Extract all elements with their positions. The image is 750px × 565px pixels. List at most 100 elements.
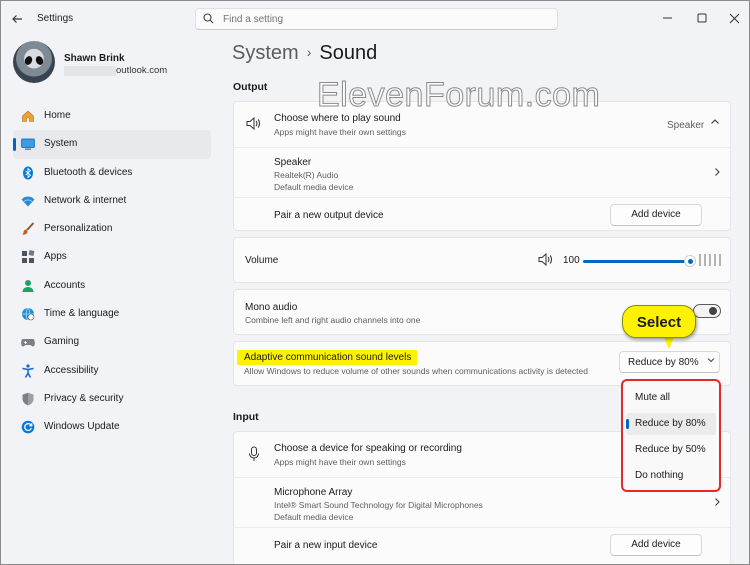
sidebar-item-label: Apps bbox=[44, 251, 67, 263]
chevron-up-icon[interactable] bbox=[710, 117, 720, 127]
sidebar-item-windows-update[interactable]: Windows Update bbox=[13, 413, 211, 441]
search-input[interactable] bbox=[223, 12, 543, 27]
sidebar-item-label: Accounts bbox=[44, 279, 86, 291]
output-device-row[interactable]: Speaker Realtek(R) Audio Default media d… bbox=[234, 148, 730, 197]
sidebar-item-privacy[interactable]: Privacy & security bbox=[13, 385, 211, 413]
microphone-icon bbox=[248, 446, 260, 462]
sidebar-item-accounts[interactable]: Accounts bbox=[13, 272, 211, 300]
callout-label: Select bbox=[636, 314, 682, 331]
title-bar: Settings bbox=[1, 1, 749, 37]
output-current-device: Speaker bbox=[667, 120, 705, 131]
output-device-card: Choose where to play sound Apps might ha… bbox=[233, 101, 731, 231]
input-choose-subtitle: Apps might have their own settings bbox=[274, 457, 406, 467]
volume-value: 100 bbox=[563, 255, 580, 266]
maximize-icon[interactable] bbox=[688, 7, 716, 29]
add-output-device-button[interactable]: Add device bbox=[610, 204, 702, 226]
chevron-right-icon bbox=[712, 167, 722, 177]
bluetooth-icon bbox=[21, 166, 35, 180]
sidebar-item-personalization[interactable]: Personalization bbox=[13, 215, 211, 243]
adaptive-comm-dropdown[interactable]: Reduce by 80% bbox=[619, 351, 720, 373]
menu-item-label: Reduce by 50% bbox=[635, 444, 706, 455]
input-section-title: Input bbox=[233, 411, 259, 423]
mono-audio-title: Mono audio bbox=[245, 302, 298, 313]
output-device-default: Default media device bbox=[274, 182, 354, 192]
home-icon bbox=[21, 109, 35, 123]
globe-clock-icon bbox=[21, 307, 35, 321]
back-arrow-icon[interactable] bbox=[9, 11, 25, 27]
volume-speaker-icon[interactable] bbox=[538, 253, 554, 266]
volume-slider-thumb[interactable] bbox=[684, 255, 696, 267]
brush-icon bbox=[21, 222, 35, 236]
sidebar-item-label: Gaming bbox=[44, 336, 80, 348]
sidebar-item-label: Home bbox=[44, 110, 71, 121]
search-icon bbox=[203, 13, 214, 24]
chevron-down-icon bbox=[706, 355, 716, 365]
close-icon[interactable] bbox=[721, 7, 749, 29]
volume-level-icon bbox=[699, 254, 721, 266]
shield-icon bbox=[21, 392, 35, 406]
sidebar-item-label: Personalization bbox=[44, 223, 113, 235]
sidebar-item-label: Bluetooth & devices bbox=[44, 166, 133, 178]
mono-audio-subtitle: Combine left and right audio channels in… bbox=[245, 315, 421, 325]
sidebar-item-label: Windows Update bbox=[44, 421, 120, 433]
breadcrumb: System › Sound bbox=[232, 42, 377, 65]
monitor-icon bbox=[21, 137, 35, 151]
sidebar-item-network[interactable]: Network & internet bbox=[13, 187, 211, 215]
sidebar-item-label: Privacy & security bbox=[44, 392, 124, 404]
minimize-icon[interactable] bbox=[654, 7, 682, 29]
breadcrumb-parent[interactable]: System bbox=[232, 42, 299, 64]
select-callout: Select bbox=[622, 305, 696, 338]
output-choose-subtitle: Apps might have their own settings bbox=[274, 127, 406, 137]
adaptive-comm-title: Adaptive communication sound levels bbox=[244, 352, 412, 363]
search-box[interactable] bbox=[195, 8, 558, 30]
email-redaction bbox=[64, 66, 116, 76]
sidebar-item-home[interactable]: Home bbox=[13, 102, 211, 130]
pair-input-label: Pair a new input device bbox=[274, 540, 378, 551]
user-name: Shawn Brink bbox=[64, 53, 125, 64]
menu-item-label: Mute all bbox=[635, 392, 671, 403]
sidebar-item-label: System bbox=[44, 138, 78, 150]
wifi-icon bbox=[21, 194, 35, 208]
sidebar-item-label: Accessibility bbox=[44, 364, 99, 376]
divider bbox=[234, 197, 730, 198]
chevron-right-icon bbox=[712, 497, 722, 507]
output-device-name: Speaker bbox=[274, 157, 312, 168]
mono-audio-toggle[interactable] bbox=[693, 304, 721, 318]
menu-item-do-nothing[interactable]: Do nothing bbox=[626, 465, 716, 487]
avatar bbox=[13, 41, 55, 83]
input-device-default: Default media device bbox=[274, 512, 354, 522]
sidebar-item-gaming[interactable]: Gaming bbox=[13, 328, 211, 356]
add-input-device-button[interactable]: Add device bbox=[610, 534, 702, 556]
page-title: Sound bbox=[319, 42, 378, 64]
adaptive-comm-options-menu: Mute all Reduce by 80% Reduce by 50% Do … bbox=[621, 379, 721, 492]
person-icon bbox=[21, 279, 35, 293]
dropdown-selected-value: Reduce by 80% bbox=[628, 357, 699, 368]
sidebar-item-bluetooth[interactable]: Bluetooth & devices bbox=[13, 159, 211, 187]
app-title: Settings bbox=[37, 13, 74, 24]
sidebar-item-time-language[interactable]: Time & language bbox=[13, 300, 211, 328]
settings-window: Settings Shawn Brink outlook.com Home bbox=[0, 0, 750, 565]
speaker-icon bbox=[246, 117, 261, 130]
menu-item-label: Do nothing bbox=[635, 470, 684, 481]
sidebar-nav: Home System Bluetooth & devices Network … bbox=[13, 102, 211, 442]
menu-item-reduce-80[interactable]: Reduce by 80% bbox=[626, 413, 716, 435]
menu-item-mute-all[interactable]: Mute all bbox=[626, 387, 716, 409]
user-email: outlook.com bbox=[116, 65, 168, 76]
input-device-driver: Intel® Smart Sound Technology for Digita… bbox=[274, 500, 483, 510]
sidebar-item-apps[interactable]: Apps bbox=[13, 243, 211, 271]
sidebar-item-system[interactable]: System bbox=[13, 130, 211, 159]
output-device-driver: Realtek(R) Audio bbox=[274, 170, 339, 180]
sidebar-item-accessibility[interactable]: Accessibility bbox=[13, 357, 211, 385]
output-section-title: Output bbox=[233, 81, 268, 93]
accessibility-icon bbox=[21, 364, 35, 378]
menu-item-reduce-50[interactable]: Reduce by 50% bbox=[626, 439, 716, 461]
menu-item-label: Reduce by 80% bbox=[635, 418, 706, 429]
gamepad-icon bbox=[21, 335, 35, 349]
input-choose-title: Choose a device for speaking or recordin… bbox=[274, 443, 462, 454]
volume-slider-track[interactable] bbox=[583, 260, 689, 263]
divider bbox=[234, 527, 730, 528]
adaptive-comm-subtitle: Allow Windows to reduce volume of other … bbox=[244, 366, 588, 376]
volume-label: Volume bbox=[245, 255, 279, 266]
breadcrumb-separator: › bbox=[306, 44, 312, 60]
apps-icon bbox=[21, 250, 35, 264]
